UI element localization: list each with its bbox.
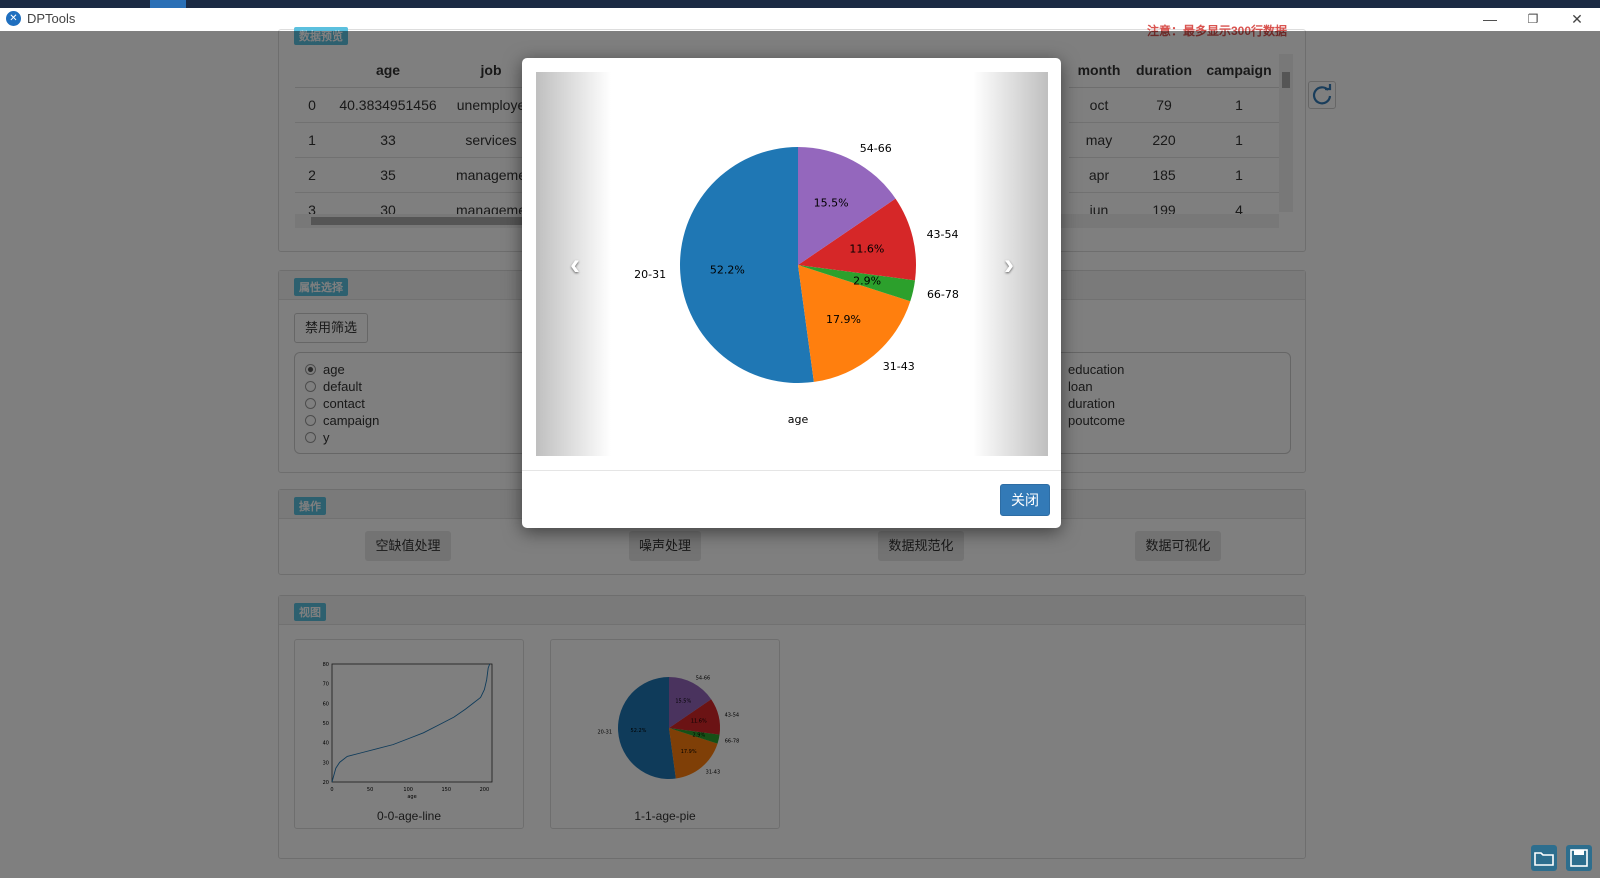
- close-modal-button[interactable]: 关闭: [1000, 484, 1050, 516]
- close-window-button[interactable]: ✕: [1557, 8, 1597, 31]
- pie-category-label: 43-54: [927, 228, 959, 241]
- window-title: DPTools: [27, 11, 76, 26]
- restore-button[interactable]: ❐: [1513, 8, 1553, 31]
- pie-category-label: 20-31: [634, 268, 666, 281]
- pie-percent-label: 17.9%: [826, 313, 861, 326]
- chevron-right-icon[interactable]: ›: [994, 250, 1024, 280]
- pie-chart: 52.2% 20-31 17.9% 31-43 2.9% 66-78 11.6% 43-54 1…: [634, 142, 959, 426]
- chart-carousel: 52.2% 20-31 17.9% 31-43 2.9% 66-78 11.6% 43-54 1…: [536, 72, 1048, 456]
- pie-percent-label: 52.2%: [710, 264, 745, 277]
- pie-xlabel: age: [788, 413, 809, 426]
- pie-slice: [680, 147, 814, 383]
- open-folder-icon[interactable]: [1530, 844, 1558, 872]
- pie-percent-label: 2.9%: [853, 274, 881, 287]
- minimize-button[interactable]: —: [1470, 8, 1510, 31]
- pie-percent-label: 11.6%: [849, 242, 884, 255]
- app-logo-icon: ✕: [6, 11, 21, 26]
- save-icon[interactable]: [1565, 844, 1593, 872]
- chart-preview-modal: 52.2% 20-31 17.9% 31-43 2.9% 66-78 11.6% 43-54 1…: [522, 58, 1061, 528]
- pie-percent-label: 15.5%: [814, 196, 849, 209]
- pie-category-label: 54-66: [860, 142, 892, 155]
- chevron-left-icon[interactable]: ‹: [560, 250, 590, 280]
- pie-category-label: 31-43: [883, 360, 915, 373]
- modal-footer-divider: [522, 470, 1061, 471]
- os-taskbar-strip: [0, 0, 1600, 8]
- pie-category-label: 66-78: [927, 288, 959, 301]
- taskbar-active-tab[interactable]: [150, 0, 186, 8]
